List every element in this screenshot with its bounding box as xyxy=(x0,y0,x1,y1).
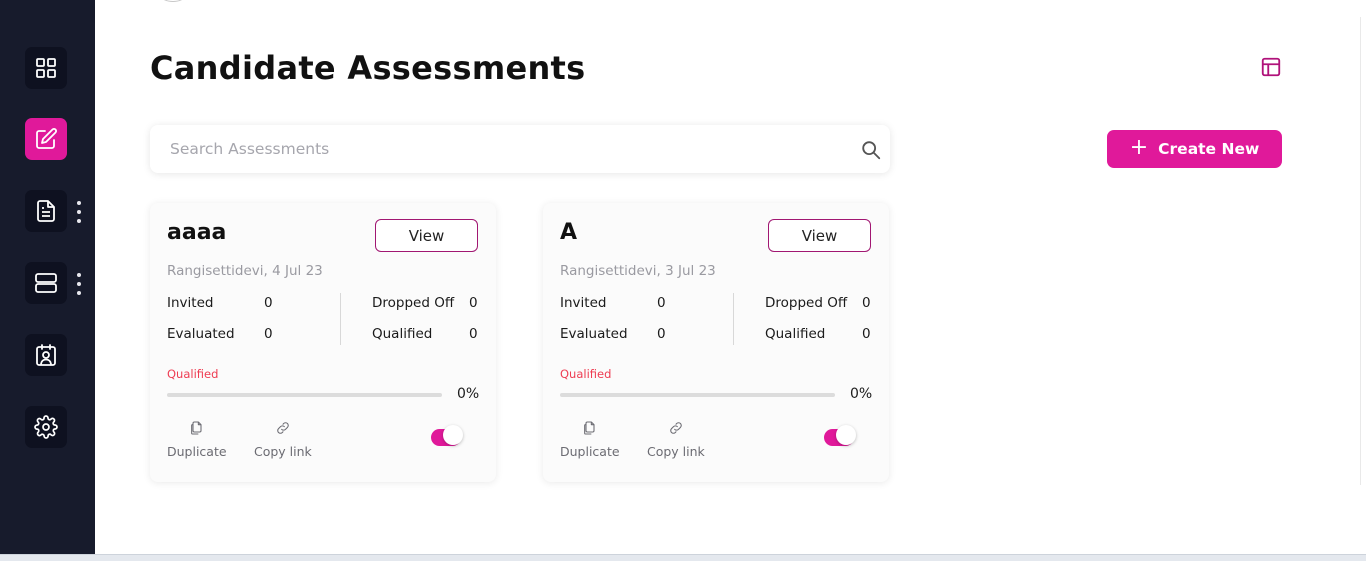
assessment-title: aaaa xyxy=(167,220,227,245)
qualified-progress-bar xyxy=(167,393,442,397)
duplicate-label: Duplicate xyxy=(560,444,620,459)
page-title: Candidate Assessments xyxy=(150,49,586,87)
assessment-meta: Rangisettidevi, 4 Jul 23 xyxy=(167,263,323,279)
sidebar-item-contacts[interactable] xyxy=(25,334,67,376)
evaluated-count: 0 xyxy=(657,326,666,342)
stats-divider xyxy=(340,293,341,345)
stats-divider xyxy=(733,293,734,345)
page-scrollbar[interactable] xyxy=(1360,17,1366,485)
copy-link-button[interactable]: Copy link xyxy=(254,420,312,459)
view-button[interactable]: View xyxy=(375,219,478,252)
assessment-title: A xyxy=(560,220,578,245)
search-icon[interactable] xyxy=(860,139,882,161)
layout-icon[interactable] xyxy=(1260,56,1282,78)
qualified-label: Qualified xyxy=(765,326,826,342)
edit-icon xyxy=(36,128,57,149)
create-new-button[interactable]: + Create New xyxy=(1107,130,1282,168)
progress-percent: 0% xyxy=(850,386,873,402)
qualified-count: 0 xyxy=(862,326,871,342)
evaluated-count: 0 xyxy=(264,326,273,342)
duplicate-button[interactable]: Duplicate xyxy=(167,420,227,459)
toggle-knob xyxy=(443,425,463,445)
sidebar xyxy=(0,0,95,561)
plus-icon: + xyxy=(1129,135,1149,160)
evaluated-label: Evaluated xyxy=(560,326,628,342)
progress-percent: 0% xyxy=(457,386,480,402)
document-icon xyxy=(37,200,55,222)
search-bar xyxy=(150,125,890,173)
window-bottom-edge xyxy=(0,554,1366,561)
link-icon xyxy=(277,422,289,434)
toggle-knob xyxy=(836,425,856,445)
qualified-progress-bar xyxy=(560,393,835,397)
sidebar-item-settings[interactable] xyxy=(25,406,67,448)
documents-menu-kebab-icon[interactable] xyxy=(76,201,82,223)
evaluated-label: Evaluated xyxy=(167,326,235,342)
copy-link-button[interactable]: Copy link xyxy=(647,420,705,459)
search-input[interactable] xyxy=(170,137,830,161)
sidebar-item-documents[interactable] xyxy=(25,190,67,232)
top-bar xyxy=(95,0,1366,17)
qualified-count: 0 xyxy=(469,326,478,342)
qualified-label: Qualified xyxy=(372,326,433,342)
copy-link-label: Copy link xyxy=(647,444,705,459)
copy-link-label: Copy link xyxy=(254,444,312,459)
dropped-off-label: Dropped Off xyxy=(765,295,848,311)
invited-count: 0 xyxy=(264,295,273,311)
assessment-meta: Rangisettidevi, 3 Jul 23 xyxy=(560,263,716,279)
create-new-label: Create New xyxy=(1158,140,1260,158)
server-icon xyxy=(35,273,57,293)
invited-label: Invited xyxy=(167,295,214,311)
dropped-off-label: Dropped Off xyxy=(372,295,455,311)
copy-icon xyxy=(190,421,202,435)
active-toggle[interactable] xyxy=(431,425,463,446)
duplicate-label: Duplicate xyxy=(167,444,227,459)
dropped-off-count: 0 xyxy=(469,295,478,311)
progress-label: Qualified xyxy=(560,367,612,381)
invited-label: Invited xyxy=(560,295,607,311)
gear-icon xyxy=(34,415,58,439)
link-icon xyxy=(670,422,682,434)
invited-count: 0 xyxy=(657,295,666,311)
sidebar-item-assessments[interactable] xyxy=(25,118,67,160)
dropped-off-count: 0 xyxy=(862,295,871,311)
servers-menu-kebab-icon[interactable] xyxy=(76,273,82,295)
assessment-card: aaaa View Rangisettidevi, 4 Jul 23 Invit… xyxy=(150,203,496,482)
user-avatar[interactable] xyxy=(161,0,185,2)
progress-label: Qualified xyxy=(167,367,219,381)
contact-card-icon xyxy=(36,344,56,366)
duplicate-button[interactable]: Duplicate xyxy=(560,420,620,459)
copy-icon xyxy=(583,421,595,435)
sidebar-item-dashboard[interactable] xyxy=(25,47,67,89)
sidebar-item-servers[interactable] xyxy=(25,262,67,304)
main-content: Candidate Assessments + Create New aaaa … xyxy=(95,17,1366,554)
assessment-card: A View Rangisettidevi, 3 Jul 23 Invited … xyxy=(543,203,889,482)
view-button[interactable]: View xyxy=(768,219,871,252)
dashboard-grid-icon xyxy=(36,58,56,78)
active-toggle[interactable] xyxy=(824,425,856,446)
